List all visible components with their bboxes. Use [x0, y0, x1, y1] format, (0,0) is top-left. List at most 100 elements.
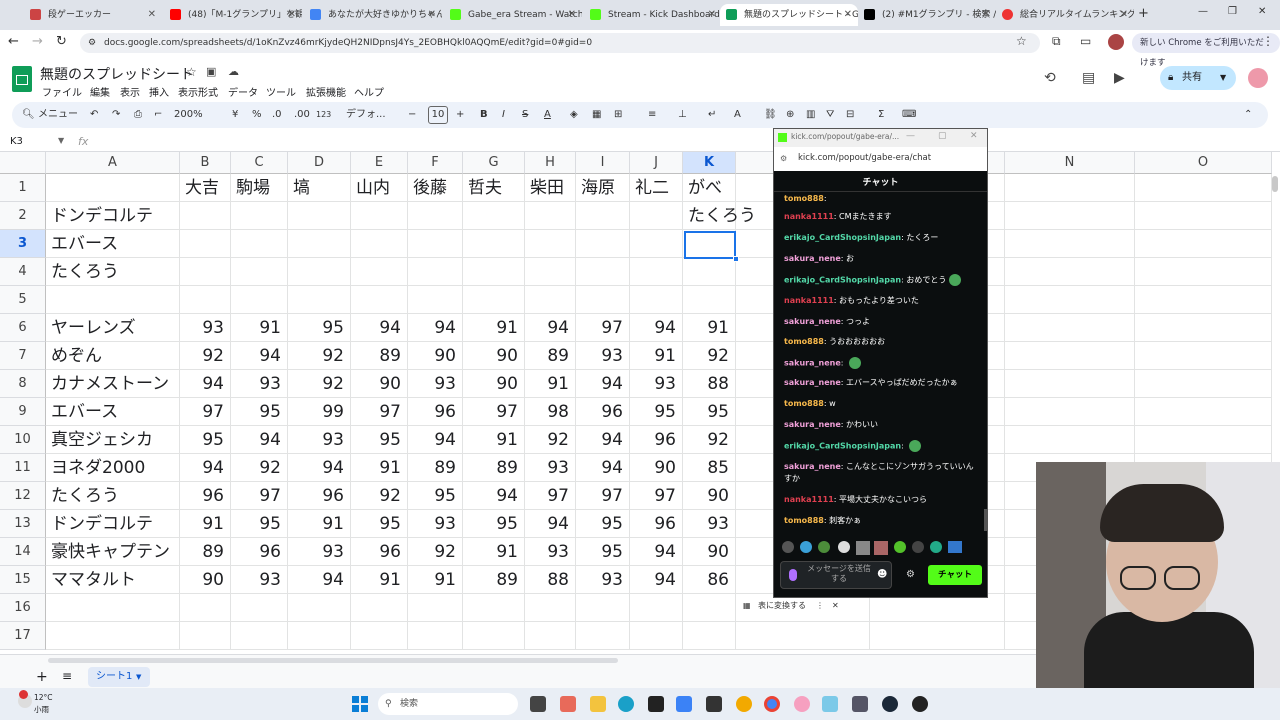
chat-username[interactable]: erikajo_CardShopsinJapan: [784, 276, 901, 285]
cell-b11[interactable]: 94: [180, 454, 231, 482]
cell-k1[interactable]: がべ: [683, 174, 736, 202]
forward-icon[interactable]: →: [32, 34, 43, 49]
cell-j6[interactable]: 94: [630, 314, 683, 342]
merge-icon[interactable]: ⊞: [614, 108, 622, 122]
cell-e7[interactable]: 89: [351, 342, 408, 370]
cell-e3[interactable]: [351, 230, 408, 258]
chat-username[interactable]: nanka1111: [784, 212, 834, 221]
cell-c16[interactable]: [231, 594, 288, 622]
cell-n2[interactable]: [1005, 202, 1135, 230]
emote-icon[interactable]: [948, 541, 962, 553]
cell-d13[interactable]: 91: [288, 510, 351, 538]
browser-tab[interactable]: (48)「M-1グランプリ」を観ながら✕: [164, 4, 302, 26]
cell-i14[interactable]: 95: [576, 538, 630, 566]
cell-k15[interactable]: 86: [683, 566, 736, 594]
cell-d16[interactable]: [288, 594, 351, 622]
cell-i17[interactable]: [576, 622, 630, 650]
emote-icon[interactable]: [800, 541, 812, 553]
new-tab-button[interactable]: +: [1138, 6, 1149, 21]
row-header[interactable]: 2: [0, 202, 46, 230]
chat-username[interactable]: sakura_nene: [784, 254, 841, 263]
close-icon[interactable]: ✕: [844, 4, 852, 26]
cell-e6[interactable]: 94: [351, 314, 408, 342]
cell-o9[interactable]: [1135, 398, 1272, 426]
input-tools-icon[interactable]: ⌨: [902, 108, 916, 122]
cell-k17[interactable]: [683, 622, 736, 650]
browser-tab[interactable]: 段ゲーエッカー ✕: [24, 4, 162, 26]
cell-g13[interactable]: 95: [463, 510, 525, 538]
emote-icon[interactable]: [856, 541, 870, 555]
horizontal-scrollbar[interactable]: [48, 658, 618, 663]
vertical-scrollbar[interactable]: [1272, 176, 1278, 192]
row-header[interactable]: 15: [0, 566, 46, 594]
column-header-c[interactable]: C: [231, 152, 288, 174]
cell-g4[interactable]: [463, 258, 525, 286]
cell-k7[interactable]: 92: [683, 342, 736, 370]
close-icon[interactable]: ✕: [982, 4, 990, 26]
cell-c1[interactable]: 駒場: [231, 174, 288, 202]
file-explorer-icon[interactable]: [590, 696, 606, 712]
close-icon[interactable]: ✕: [1120, 4, 1128, 26]
row-header[interactable]: 17: [0, 622, 46, 650]
close-button[interactable]: ✕: [970, 131, 978, 141]
cell-j4[interactable]: [630, 258, 683, 286]
cell-j17[interactable]: [630, 622, 683, 650]
browser-tab[interactable]: 総合リアルタイムランキング ✕: [996, 4, 1134, 26]
cell-f8[interactable]: 93: [408, 370, 463, 398]
cell-l17[interactable]: [736, 622, 870, 650]
comment-icon[interactable]: ▤: [1082, 70, 1095, 86]
cell-e13[interactable]: 95: [351, 510, 408, 538]
cell-j10[interactable]: 96: [630, 426, 683, 454]
cell-m17[interactable]: [870, 622, 1005, 650]
emote-icon[interactable]: [838, 541, 850, 553]
column-header-g[interactable]: G: [463, 152, 525, 174]
percent-button[interactable]: %: [252, 108, 262, 122]
cell-f5[interactable]: [408, 286, 463, 314]
row-header[interactable]: 6: [0, 314, 46, 342]
cell-b8[interactable]: 94: [180, 370, 231, 398]
close-icon[interactable]: ✕: [568, 4, 576, 26]
cell-o2[interactable]: [1135, 202, 1272, 230]
bold-button[interactable]: B: [480, 108, 488, 122]
cell-i16[interactable]: [576, 594, 630, 622]
cell-b13[interactable]: 91: [180, 510, 231, 538]
cell-h11[interactable]: 93: [525, 454, 576, 482]
row-header[interactable]: 10: [0, 426, 46, 454]
settings-icon[interactable]: [852, 696, 868, 712]
cell-n6[interactable]: [1005, 314, 1135, 342]
sheet-tab[interactable]: シート1 ▼: [88, 667, 150, 687]
cell-f10[interactable]: 94: [408, 426, 463, 454]
browser-tab[interactable]: あなたが大好きゆかりちゃん ✕: [304, 4, 442, 26]
menu-insert[interactable]: 挿入: [149, 84, 169, 99]
cell-f12[interactable]: 95: [408, 482, 463, 510]
cell-c12[interactable]: 97: [231, 482, 288, 510]
chat-username[interactable]: erikajo_CardShopsinJapan: [784, 233, 901, 242]
cell-o1[interactable]: [1135, 174, 1272, 202]
cell-k8[interactable]: 88: [683, 370, 736, 398]
cell-h15[interactable]: 88: [525, 566, 576, 594]
chat-input[interactable]: メッセージを送信する ☻: [780, 561, 892, 589]
move-folder-icon[interactable]: ▣: [206, 65, 216, 78]
cell-c3[interactable]: [231, 230, 288, 258]
profile-avatar[interactable]: [1108, 34, 1124, 50]
sidebar-icon[interactable]: ▭: [1080, 34, 1091, 48]
column-header-n[interactable]: N: [1005, 152, 1135, 174]
cell-h1[interactable]: 柴田: [525, 174, 576, 202]
cell-i13[interactable]: 95: [576, 510, 630, 538]
cell-i3[interactable]: [576, 230, 630, 258]
cell-n4[interactable]: [1005, 258, 1135, 286]
font-size-decrease[interactable]: −: [408, 108, 416, 122]
chat-username[interactable]: sakura_nene: [784, 378, 841, 387]
filter-views-icon[interactable]: ⊟: [846, 108, 854, 122]
cell-d10[interactable]: 93: [288, 426, 351, 454]
cell-k16[interactable]: [683, 594, 736, 622]
share-button[interactable]: 🔒︎ 共有 ▼: [1160, 66, 1236, 90]
app-icon[interactable]: [706, 696, 722, 712]
redo-icon[interactable]: ↷: [112, 108, 120, 122]
cell-c14[interactable]: 96: [231, 538, 288, 566]
cell-n8[interactable]: [1005, 370, 1135, 398]
emote-icon[interactable]: [874, 541, 888, 555]
user-avatar[interactable]: [1248, 68, 1268, 88]
currency-button[interactable]: ¥: [232, 108, 238, 122]
cell-d2[interactable]: [288, 202, 351, 230]
